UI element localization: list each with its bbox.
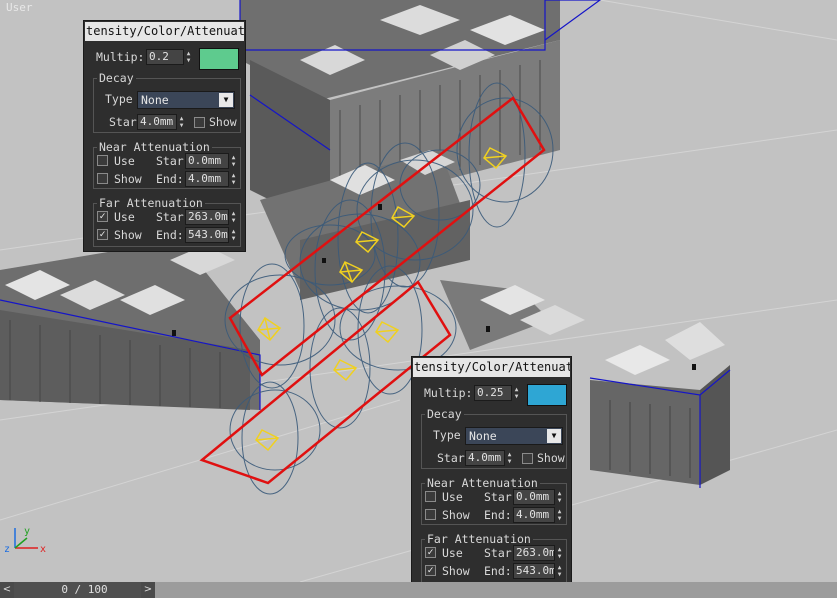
far-end-value[interactable]: 543.0m [513, 563, 555, 579]
far-show-checkbox[interactable]: ✓ [97, 229, 108, 240]
near-start-value[interactable]: 0.0mm [513, 489, 555, 505]
decay-type-label: Type [105, 92, 133, 106]
near-show-label: Show [442, 508, 470, 522]
spinner-arrows-icon[interactable]: ▲ ▼ [512, 385, 521, 401]
far-start-label: Star [156, 210, 184, 224]
multiplier-value[interactable]: 0.25 [474, 385, 512, 401]
chevron-down-icon[interactable]: ▼ [219, 93, 233, 107]
far-end-spinner[interactable]: 543.0m ▲ ▼ [185, 227, 238, 243]
decay-type-dropdown[interactable]: None ▼ [137, 91, 235, 109]
far-show-checkbox[interactable]: ✓ [425, 565, 436, 576]
decay-start-spinner[interactable]: 4.0mm ▲ ▼ [465, 450, 514, 466]
far-attenuation-title: Far Attenuation [425, 532, 533, 546]
spinner-arrows-icon[interactable]: ▲ ▼ [229, 227, 238, 243]
near-start-label: Star [156, 154, 184, 168]
near-start-spinner[interactable]: 0.0mm ▲ ▼ [185, 153, 238, 169]
far-show-label: Show [442, 564, 470, 578]
near-end-label: End: [156, 172, 184, 186]
building-block-west [0, 240, 260, 410]
far-end-value[interactable]: 543.0m [185, 227, 229, 243]
spinner-arrows-icon[interactable]: ▲ ▼ [177, 114, 186, 130]
decay-start-spinner[interactable]: 4.0mm ▲ ▼ [137, 114, 186, 130]
decay-group-title: Decay [425, 407, 464, 421]
near-use-checkbox[interactable] [425, 491, 436, 502]
axis-x-label: x [40, 544, 46, 555]
decay-start-label: Star [437, 451, 465, 465]
chevron-down-icon[interactable]: ▼ [547, 429, 561, 443]
decay-start-value[interactable]: 4.0mm [137, 114, 177, 130]
far-end-label: End: [484, 564, 512, 578]
near-end-label: End: [484, 508, 512, 522]
far-use-checkbox[interactable]: ✓ [97, 211, 108, 222]
decay-show-label: Show [209, 115, 237, 129]
decay-show-checkbox[interactable] [522, 453, 533, 464]
near-use-label: Use [114, 154, 135, 168]
near-use-checkbox[interactable] [97, 155, 108, 166]
far-start-label: Star [484, 546, 512, 560]
time-slider-thumb[interactable]: 0 / 100 [14, 582, 155, 598]
decay-type-label: Type [433, 428, 461, 442]
far-start-spinner[interactable]: 263.0m ▲ ▼ [513, 545, 564, 561]
decay-start-label: Star [109, 115, 137, 129]
attenuation-panel-1: tensity/Color/Attenuati Multip: 0.2 ▲ ▼ D… [83, 20, 246, 252]
far-end-label: End: [156, 228, 184, 242]
spinner-arrows-icon[interactable]: ▲ ▼ [229, 171, 238, 187]
near-attenuation-title: Near Attenuation [97, 140, 212, 154]
axis-y-label: y [24, 526, 30, 537]
multiplier-label: Multip: [424, 386, 473, 400]
axis-z-label: z [4, 544, 10, 555]
near-show-checkbox[interactable] [97, 173, 108, 184]
multiplier-value[interactable]: 0.2 [146, 49, 184, 65]
spinner-arrows-icon[interactable]: ▲ ▼ [505, 450, 514, 466]
far-start-spinner[interactable]: 263.0m ▲ ▼ [185, 209, 238, 225]
spinner-arrows-icon[interactable]: ▲ ▼ [555, 545, 564, 561]
multiplier-spinner[interactable]: 0.25 ▲ ▼ [474, 385, 521, 401]
attenuation-panel-2: tensity/Color/Attenuati Multip: 0.25 ▲ ▼ … [411, 356, 572, 586]
panel-title[interactable]: tensity/Color/Attenuati [85, 22, 244, 41]
spinner-arrows-icon[interactable]: ▲ ▼ [184, 49, 193, 65]
near-end-spinner[interactable]: 4.0mm ▲ ▼ [513, 507, 564, 523]
time-slider-bar: < 0 / 100 > [0, 582, 837, 598]
near-end-value[interactable]: 4.0mm [185, 171, 229, 187]
panel-title[interactable]: tensity/Color/Attenuati [413, 358, 570, 377]
far-attenuation-title: Far Attenuation [97, 196, 205, 210]
light-color-swatch[interactable] [527, 384, 567, 406]
far-show-label: Show [114, 228, 142, 242]
multiplier-spinner[interactable]: 0.2 ▲ ▼ [146, 49, 193, 65]
spinner-arrows-icon[interactable]: ▲ ▼ [555, 489, 564, 505]
near-start-spinner[interactable]: 0.0mm ▲ ▼ [513, 489, 564, 505]
near-attenuation-title: Near Attenuation [425, 476, 540, 490]
near-end-spinner[interactable]: 4.0mm ▲ ▼ [185, 171, 238, 187]
far-start-value[interactable]: 263.0m [513, 545, 555, 561]
far-start-value[interactable]: 263.0m [185, 209, 229, 225]
spinner-arrows-icon[interactable]: ▲ ▼ [555, 507, 564, 523]
decay-type-dropdown[interactable]: None ▼ [465, 427, 563, 445]
near-end-value[interactable]: 4.0mm [513, 507, 555, 523]
far-use-checkbox[interactable]: ✓ [425, 547, 436, 558]
viewport-label[interactable]: User [6, 1, 33, 14]
spinner-arrows-icon[interactable]: ▲ ▼ [555, 563, 564, 579]
previous-frame-icon[interactable]: < [0, 582, 14, 598]
near-start-label: Star [484, 490, 512, 504]
spinner-arrows-icon[interactable]: ▲ ▼ [229, 209, 238, 225]
spinner-arrows-icon[interactable]: ▲ ▼ [229, 153, 238, 169]
near-use-label: Use [442, 490, 463, 504]
near-show-label: Show [114, 172, 142, 186]
far-use-label: Use [114, 210, 135, 224]
far-use-label: Use [442, 546, 463, 560]
near-show-checkbox[interactable] [425, 509, 436, 520]
near-start-value[interactable]: 0.0mm [185, 153, 229, 169]
decay-type-value: None [141, 93, 169, 107]
multiplier-label: Multip: [96, 50, 145, 64]
decay-show-label: Show [537, 451, 565, 465]
light-color-swatch[interactable] [199, 48, 239, 70]
decay-show-checkbox[interactable] [194, 117, 205, 128]
decay-start-value[interactable]: 4.0mm [465, 450, 505, 466]
far-end-spinner[interactable]: 543.0m ▲ ▼ [513, 563, 564, 579]
decay-type-value: None [469, 429, 497, 443]
decay-group-title: Decay [97, 71, 136, 85]
next-frame-icon[interactable]: > [141, 582, 155, 598]
